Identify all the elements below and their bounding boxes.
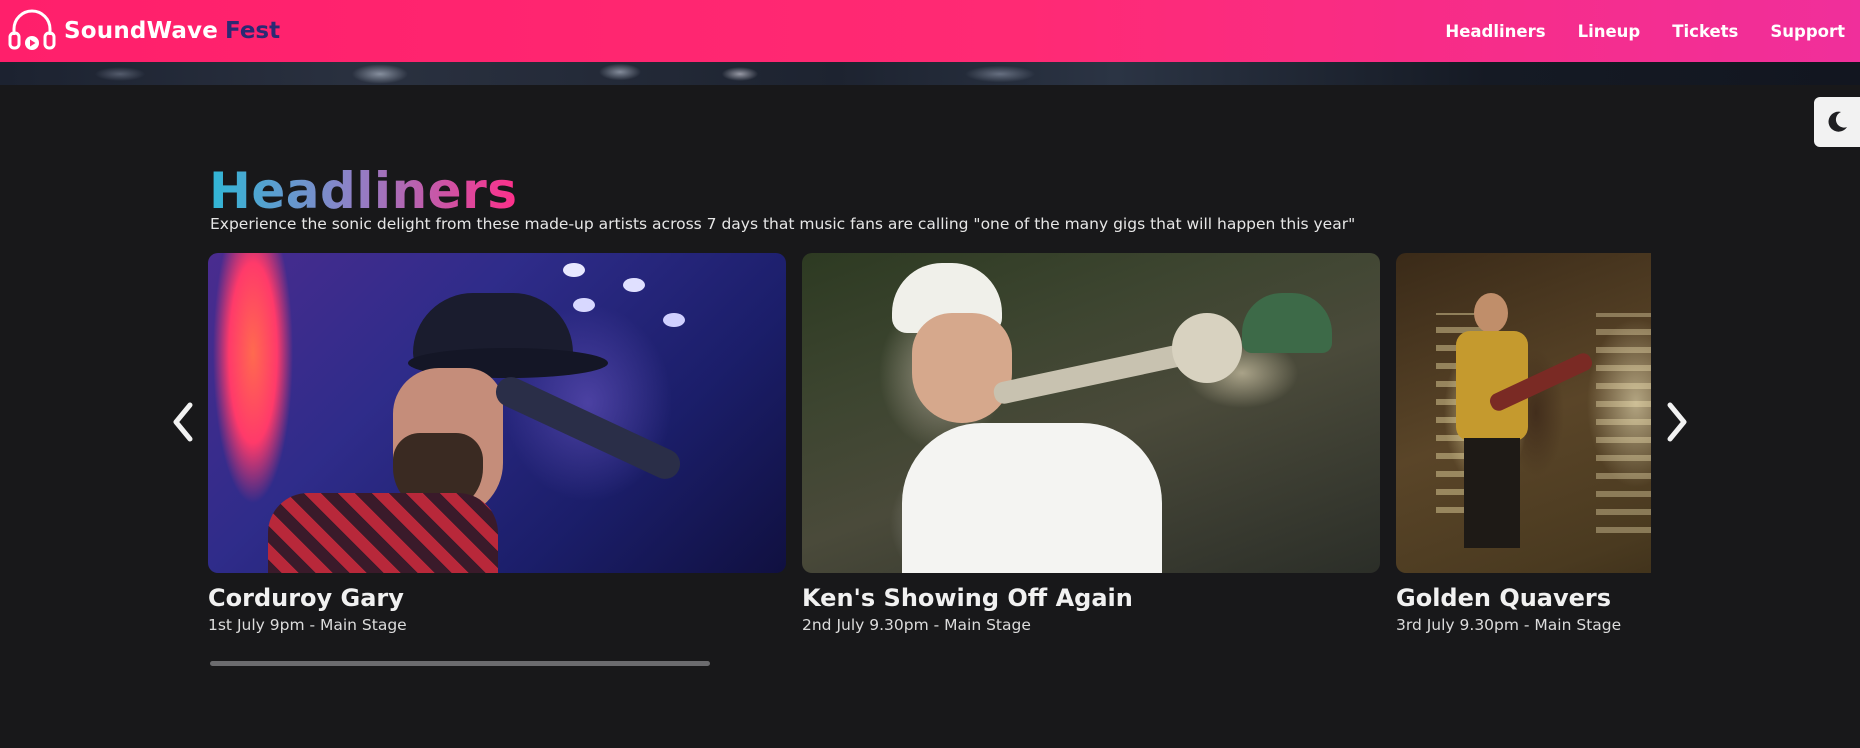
brand-logo-link[interactable]: SoundWave Fest <box>6 5 280 57</box>
artist-name: Ken's Showing Off Again <box>802 584 1133 612</box>
artist-name: Corduroy Gary <box>208 584 404 612</box>
artist-photo <box>1396 253 1651 573</box>
section-title: Headliners <box>209 162 518 220</box>
headliner-card[interactable]: Corduroy Gary 1st July 9pm - Main Stage <box>208 253 786 634</box>
chevron-right-icon <box>1667 402 1687 442</box>
artist-photo <box>208 253 786 573</box>
artist-photo <box>802 253 1380 573</box>
carousel-next-button[interactable] <box>1662 398 1692 446</box>
moon-icon <box>1828 111 1847 132</box>
headliner-card[interactable]: Ken's Showing Off Again 2nd July 9.30pm … <box>802 253 1380 634</box>
hero-image <box>0 62 1860 85</box>
performance-details: 1st July 9pm - Main Stage <box>208 616 407 634</box>
headliner-card[interactable]: Golden Quavers 3rd July 9.30pm - Main St… <box>1396 253 1651 634</box>
brand-name: SoundWave <box>64 18 219 44</box>
artist-name: Golden Quavers <box>1396 584 1612 612</box>
carousel-scrollbar[interactable] <box>210 661 710 666</box>
brand-accent: Fest <box>225 18 281 44</box>
headliners-carousel[interactable]: Corduroy Gary 1st July 9pm - Main Stage … <box>208 253 1651 653</box>
nav-item-support[interactable]: Support <box>1770 22 1845 41</box>
main-nav: Headliners Lineup Tickets Support <box>1445 0 1860 62</box>
chevron-left-icon <box>173 402 193 442</box>
performance-details: 2nd July 9.30pm - Main Stage <box>802 616 1031 634</box>
nav-item-headliners[interactable]: Headliners <box>1445 22 1545 41</box>
nav-item-lineup[interactable]: Lineup <box>1578 22 1641 41</box>
theme-toggle-button[interactable] <box>1814 97 1860 147</box>
performance-details: 3rd July 9.30pm - Main Stage <box>1396 616 1622 634</box>
site-header: SoundWave Fest Headliners Lineup Tickets… <box>0 0 1860 62</box>
nav-item-tickets[interactable]: Tickets <box>1672 22 1738 41</box>
carousel-prev-button[interactable] <box>168 398 198 446</box>
headphones-icon <box>8 9 56 50</box>
section-subtitle: Experience the sonic delight from these … <box>210 215 1356 233</box>
